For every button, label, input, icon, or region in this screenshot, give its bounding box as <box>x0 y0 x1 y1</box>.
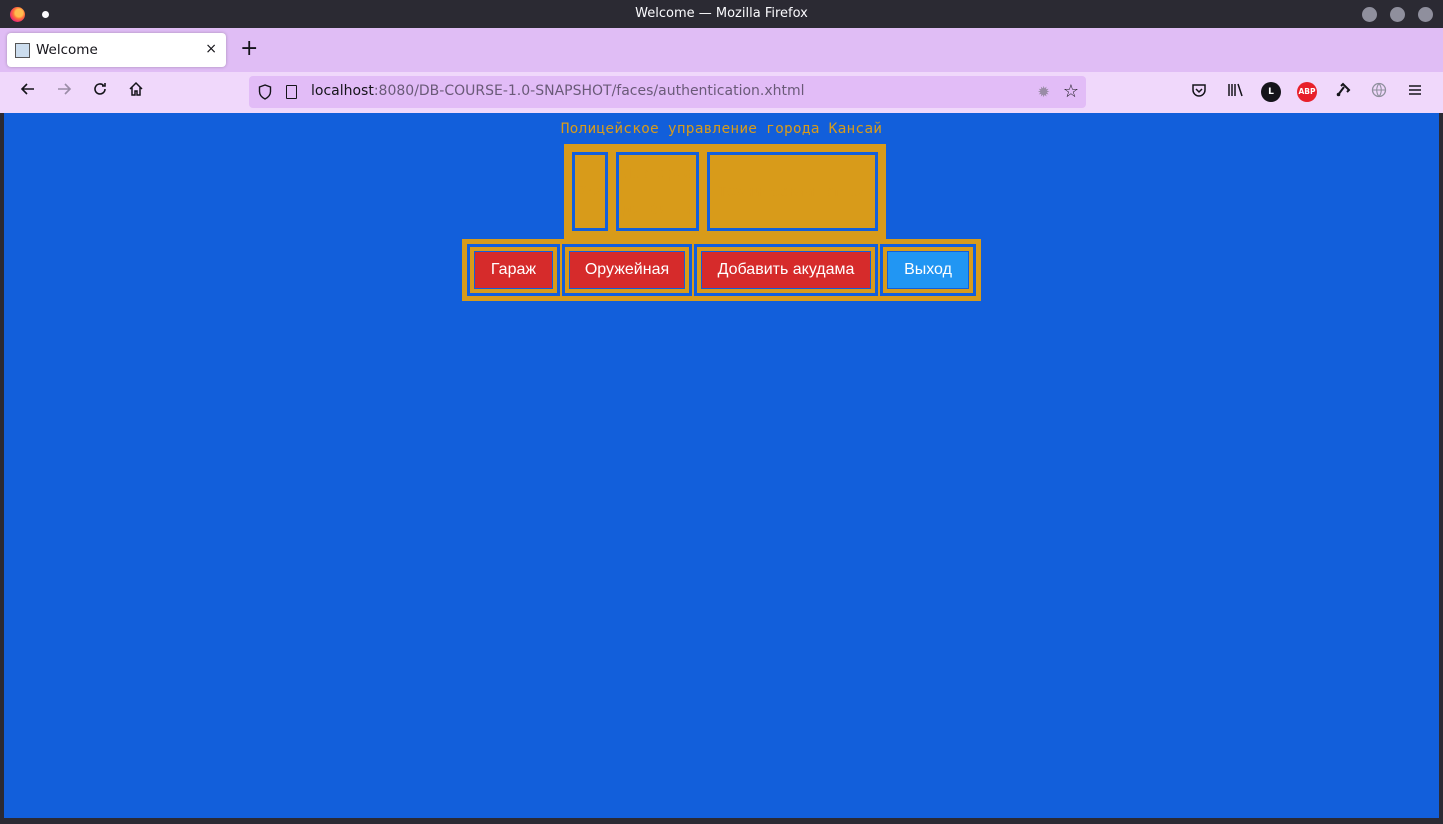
user-id: 703 <box>578 183 602 199</box>
add-akudama-button[interactable]: Добавить акудама <box>701 251 871 289</box>
close-window-button[interactable] <box>1418 7 1433 22</box>
page-heading: Полицейское управление города Кансай <box>560 121 883 137</box>
tab-strip: Welcome × + <box>0 28 1443 72</box>
menu-icon[interactable] <box>1405 82 1425 102</box>
title-bar: Welcome — Mozilla Firefox <box>0 0 1443 28</box>
reload-button[interactable] <box>88 80 112 104</box>
tracking-protection-shield-icon[interactable] <box>258 84 272 104</box>
armory-button-cell: Оружейная <box>562 244 692 296</box>
url-text[interactable]: localhost:8080/DB-COURSE-1.0-SNAPSHOT/fa… <box>311 83 805 99</box>
home-button[interactable] <box>124 80 148 104</box>
close-tab-icon[interactable]: × <box>205 41 217 57</box>
account-icon[interactable]: L <box>1261 82 1281 102</box>
exit-button[interactable]: Выход <box>887 251 969 289</box>
action-buttons-table: Гараж Оружейная Добавить акудама Выход <box>462 239 981 301</box>
reload-icon <box>94 83 106 95</box>
tab-title: Welcome <box>36 42 98 58</box>
new-tab-button[interactable]: + <box>240 37 258 61</box>
add-akudama-button-cell: Добавить акудама <box>694 244 878 296</box>
page-favicon-icon <box>15 43 30 58</box>
library-icon[interactable] <box>1225 82 1245 102</box>
armory-button[interactable]: Оружейная <box>569 251 685 289</box>
adblock-plus-icon[interactable]: ABP <box>1297 82 1317 102</box>
extension-gear-icon[interactable]: ✹ <box>1037 83 1050 101</box>
user-info-table: 703 Леонардо да Винчи Технический отдел <box>564 144 886 239</box>
garage-button[interactable]: Гараж <box>474 251 553 289</box>
tab-welcome[interactable]: Welcome × <box>7 33 226 67</box>
navigation-bar: localhost:8080/DB-COURSE-1.0-SNAPSHOT/fa… <box>0 72 1443 113</box>
user-name-cell: Леонардо да Винчи <box>613 149 702 234</box>
extension-icon[interactable] <box>1333 82 1353 102</box>
globe-icon[interactable] <box>1369 82 1389 102</box>
home-icon <box>129 81 143 96</box>
page-content: Полицейское управление города Кансай 703… <box>4 113 1439 818</box>
user-department: Технический отдел <box>718 183 867 200</box>
bookmark-star-icon[interactable]: ☆ <box>1063 81 1079 102</box>
minimize-window-button[interactable] <box>1362 7 1377 22</box>
page-info-icon[interactable] <box>286 85 297 99</box>
pocket-icon[interactable] <box>1189 82 1209 102</box>
user-id-cell: 703 <box>569 149 611 234</box>
garage-button-cell: Гараж <box>467 244 560 296</box>
exit-button-cell: Выход <box>880 244 976 296</box>
user-name: Леонардо да Винчи <box>622 165 693 218</box>
arrow-left-icon <box>20 83 34 95</box>
url-bar[interactable]: localhost:8080/DB-COURSE-1.0-SNAPSHOT/fa… <box>249 76 1086 108</box>
forward-button[interactable] <box>52 80 76 104</box>
back-button[interactable] <box>16 80 40 104</box>
maximize-window-button[interactable] <box>1390 7 1405 22</box>
window-title: Welcome — Mozilla Firefox <box>635 6 808 21</box>
arrow-right-icon <box>58 83 72 95</box>
window-bottom-edge <box>0 818 1443 824</box>
user-department-cell: Технический отдел <box>704 149 881 234</box>
